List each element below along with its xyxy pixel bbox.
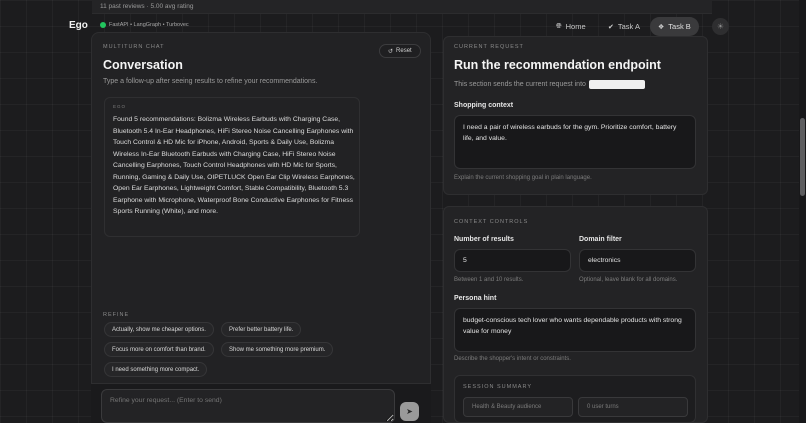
stack-label: FastAPI • LangGraph • Turbovec bbox=[109, 22, 189, 28]
conversation-subtitle: Type a follow-up after seeing results to… bbox=[103, 78, 318, 85]
persona-hint-help: Describe the shopper's intent or constra… bbox=[454, 356, 571, 362]
num-results-hint: Between 1 and 10 results. bbox=[454, 277, 524, 283]
scrollbar-thumb[interactable] bbox=[800, 118, 805, 196]
reset-icon: ↺ bbox=[388, 48, 394, 55]
message-sender: EGO bbox=[113, 104, 127, 109]
refine-input[interactable] bbox=[101, 389, 395, 423]
summary-user-turns: 0 user turns bbox=[578, 397, 688, 417]
nav-task-a-label: Task A bbox=[617, 22, 640, 31]
request-kicker: CURRENT REQUEST bbox=[454, 44, 524, 50]
num-results-label: Number of results bbox=[454, 236, 514, 243]
globe-icon: 🌐︎ bbox=[556, 22, 562, 30]
scrollbar-track[interactable] bbox=[799, 0, 806, 423]
send-button[interactable]: ➤ bbox=[400, 402, 419, 421]
theme-toggle-button[interactable]: ☀ bbox=[712, 18, 729, 35]
session-summary-kicker: SESSION SUMMARY bbox=[463, 384, 532, 390]
chat-kicker: MULTITURN CHAT bbox=[103, 44, 165, 50]
nav-task-a[interactable]: ✔ Task A bbox=[600, 17, 648, 36]
conversation-title: Conversation bbox=[103, 58, 183, 72]
reset-label: Reset bbox=[396, 48, 412, 54]
controls-kicker: CONTEXT CONTROLS bbox=[454, 219, 529, 225]
refine-chip[interactable]: Prefer better battery life. bbox=[221, 322, 302, 337]
shopping-context-hint: Explain the current shopping goal in pla… bbox=[454, 175, 592, 181]
refine-chip[interactable]: Focus more on comfort than brand. bbox=[104, 342, 214, 357]
shopping-context-field[interactable]: I need a pair of wireless earbuds for th… bbox=[454, 115, 696, 169]
domain-filter-input[interactable]: electronics bbox=[579, 249, 696, 272]
reset-button[interactable]: ↺ Reset bbox=[379, 44, 421, 58]
nav-home[interactable]: 🌐︎ Home bbox=[548, 17, 594, 36]
nav-task-b-label: Task B bbox=[668, 22, 691, 31]
persona-hint-field[interactable]: budget-conscious tech lover who wants de… bbox=[454, 308, 696, 352]
tag-icon: ❖ bbox=[658, 23, 665, 31]
sun-icon: ☀ bbox=[716, 22, 725, 31]
refine-kicker: REFINE bbox=[103, 312, 130, 318]
request-subtitle: This section sends the current request i… bbox=[454, 80, 645, 89]
refine-chip[interactable]: Actually, show me cheaper options. bbox=[104, 322, 214, 337]
request-subtitle-text: This section sends the current request i… bbox=[454, 81, 586, 88]
reviews-summary: 11 past reviews · 5.00 avg rating bbox=[100, 3, 194, 10]
refine-chip[interactable]: Show me something more premium. bbox=[221, 342, 334, 357]
stack-badge: FastAPI • LangGraph • Turbovec bbox=[100, 22, 189, 28]
refine-chip[interactable]: I need something more compact. bbox=[104, 362, 208, 377]
summary-audience: Health & Beauty audience bbox=[463, 397, 573, 417]
redacted-endpoint bbox=[588, 80, 645, 89]
persona-hint-label: Persona hint bbox=[454, 295, 497, 302]
check-circle-icon: ✔ bbox=[608, 23, 614, 31]
domain-filter-label: Domain filter bbox=[579, 236, 622, 243]
shopping-context-label: Shopping context bbox=[454, 102, 514, 109]
request-title: Run the recommendation endpoint bbox=[454, 58, 661, 72]
domain-filter-hint: Optional, leave blank for all domains. bbox=[579, 277, 678, 283]
nav-task-b[interactable]: ❖ Task B bbox=[650, 17, 699, 36]
nav-home-label: Home bbox=[565, 22, 586, 31]
num-results-input[interactable]: 5 bbox=[454, 249, 571, 272]
send-icon: ➤ bbox=[406, 407, 413, 416]
status-dot-icon bbox=[100, 22, 106, 28]
message-text: Found 5 recommendations: Bolizma Wireles… bbox=[113, 116, 355, 215]
app-logo[interactable]: Ego bbox=[69, 20, 88, 31]
